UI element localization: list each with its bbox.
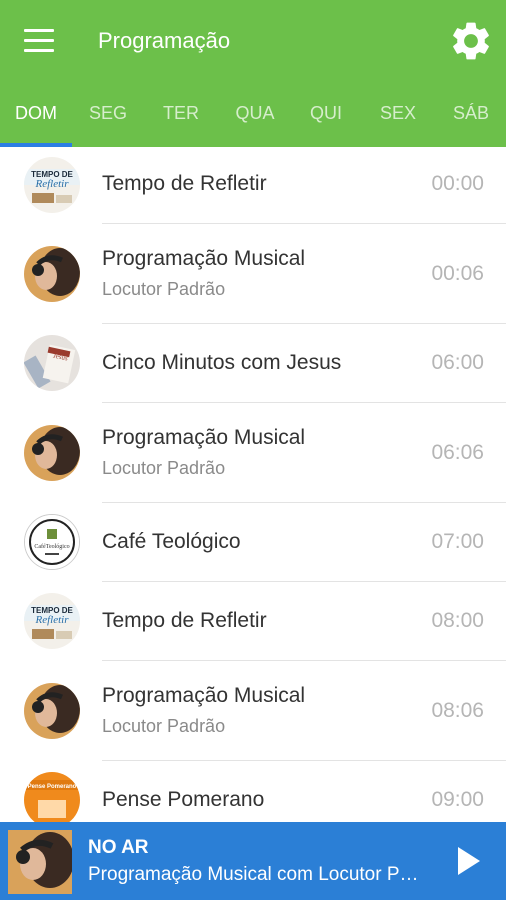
play-icon[interactable]	[450, 842, 486, 880]
program-title: Programação Musical	[102, 247, 306, 270]
program-title: Cinco Minutos com Jesus	[102, 351, 342, 374]
program-time: 00:06	[431, 262, 484, 285]
cafe-teologico-thumbnail: CaféTeológico	[24, 514, 80, 570]
program-host: Locutor Padrão	[102, 716, 226, 736]
program-time: 06:00	[431, 351, 484, 374]
headphones-woman-thumbnail	[24, 425, 80, 481]
tempo-de-refletir-thumbnail: TEMPO DE Refletir	[24, 593, 80, 649]
day-tabs: DOM SEG TER QUA QUI SEX SÁB	[0, 92, 506, 147]
tempo-de-refletir-thumbnail: TEMPO DE Refletir	[24, 157, 80, 213]
program-host: Locutor Padrão	[102, 279, 226, 299]
schedule-item[interactable]: Pense Pomerano Pense Pomerano 09:00	[0, 761, 506, 822]
app-bar: Programação DOM SEG TER QUA QUI SEX SÁB	[0, 0, 506, 147]
schedule-item[interactable]: Jesus Cinco Minutos com Jesus 06:00	[0, 324, 506, 403]
program-title: Pense Pomerano	[102, 788, 265, 811]
schedule-list[interactable]: TEMPO DE Refletir Tempo de Refletir 00:0…	[0, 147, 506, 822]
tab-qua[interactable]: QUA	[218, 92, 292, 147]
schedule-item[interactable]: Programação Musical Locutor Padrão 06:06	[0, 403, 506, 503]
tab-seg[interactable]: SEG	[72, 92, 144, 147]
program-time: 09:00	[431, 788, 484, 811]
tab-dom[interactable]: DOM	[0, 92, 72, 147]
program-time: 07:00	[431, 530, 484, 553]
page-title: Programação	[98, 28, 231, 53]
program-title: Programação Musical	[102, 684, 306, 707]
tab-qui[interactable]: QUI	[292, 92, 360, 147]
hamburger-menu-icon[interactable]	[20, 26, 60, 56]
svg-text:Pense Pomerano: Pense Pomerano	[28, 784, 77, 790]
tab-sex[interactable]: SEX	[360, 92, 436, 147]
toolbar: Programação	[0, 0, 506, 80]
svg-text:Refletir: Refletir	[35, 614, 70, 626]
program-title: Tempo de Refletir	[102, 609, 267, 632]
svg-text:Refletir: Refletir	[35, 178, 70, 190]
program-host: Locutor Padrão	[102, 458, 226, 478]
gear-icon[interactable]	[448, 18, 494, 64]
program-title: Café Teológico	[102, 530, 241, 553]
program-time: 08:00	[431, 609, 484, 632]
schedule-item[interactable]: Programação Musical Locutor Padrão 00:06	[0, 224, 506, 324]
schedule-item[interactable]: TEMPO DE Refletir Tempo de Refletir 08:0…	[0, 582, 506, 661]
headphones-woman-thumbnail	[24, 246, 80, 302]
now-playing-thumbnail	[8, 830, 72, 894]
program-time: 08:06	[431, 699, 484, 722]
program-title: Programação Musical	[102, 426, 306, 449]
now-playing-bar[interactable]: NO AR Programação Musical com Locutor Pa…	[0, 822, 506, 900]
tab-sab[interactable]: SÁB	[436, 92, 506, 147]
headphones-woman-thumbnail	[24, 683, 80, 739]
svg-text:CaféTeológico: CaféTeológico	[34, 543, 69, 550]
program-time: 06:06	[431, 441, 484, 464]
now-playing-title: Programação Musical com Locutor Padrão	[88, 864, 428, 885]
tab-ter[interactable]: TER	[144, 92, 218, 147]
schedule-item[interactable]: Programação Musical Locutor Padrão 08:06	[0, 661, 506, 761]
pense-pomerano-thumbnail: Pense Pomerano	[24, 772, 80, 822]
schedule-item[interactable]: CaféTeológico Café Teológico 07:00	[0, 503, 506, 582]
program-title: Tempo de Refletir	[102, 172, 267, 195]
jesus-book-thumbnail: Jesus	[24, 335, 80, 391]
on-air-label: NO AR	[88, 837, 149, 858]
program-time: 00:00	[431, 172, 484, 195]
schedule-item[interactable]: TEMPO DE Refletir Tempo de Refletir 00:0…	[0, 147, 506, 224]
